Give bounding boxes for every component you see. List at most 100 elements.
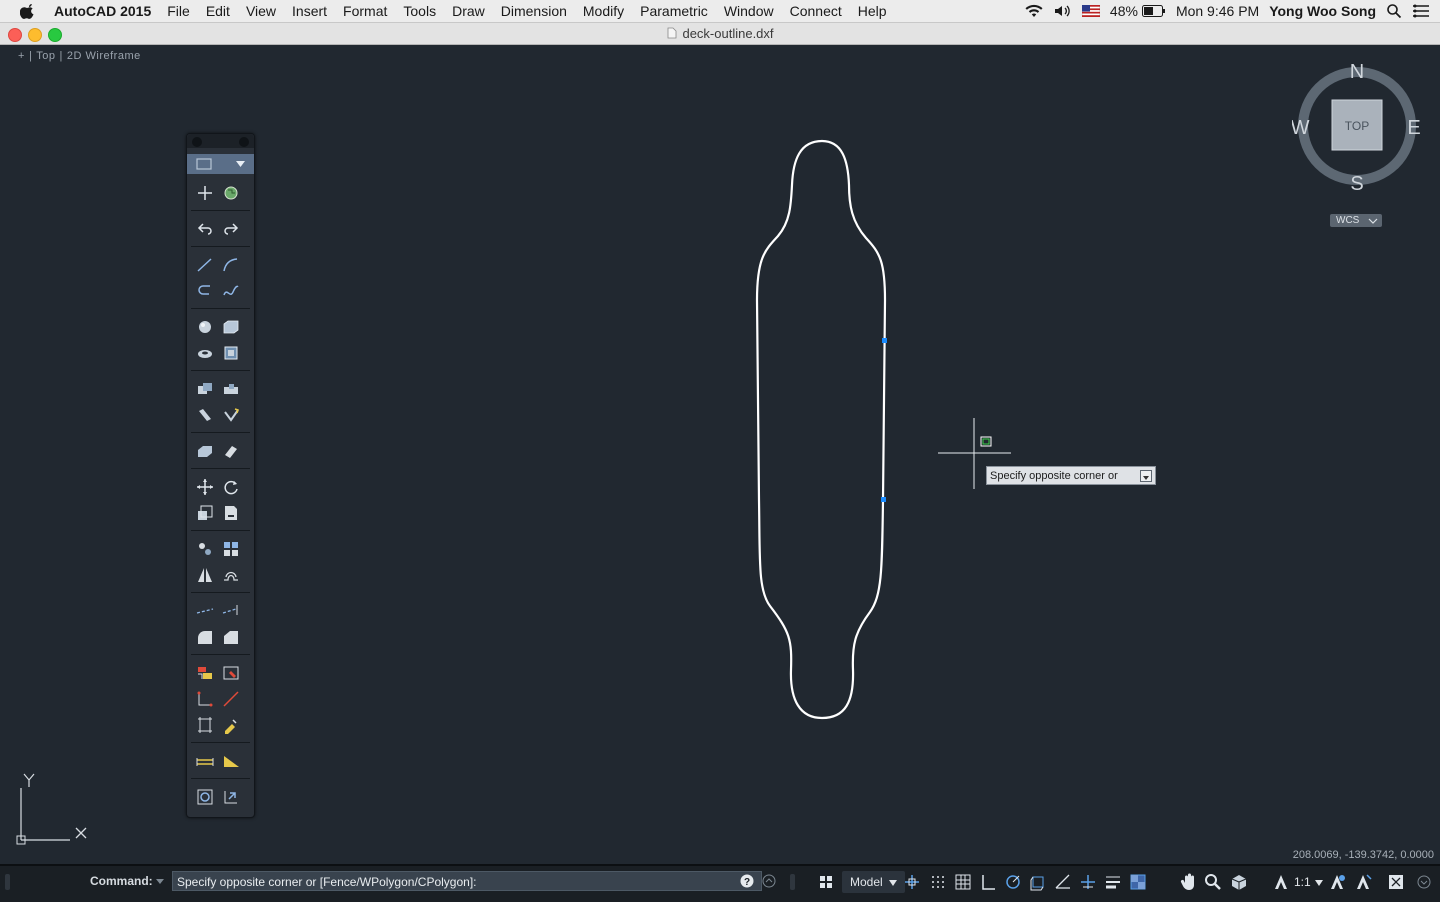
menu-insert[interactable]: Insert [284, 3, 335, 19]
pan-hand-icon[interactable] [1178, 871, 1200, 893]
annotation-scale-value[interactable]: 1:1 [1294, 875, 1311, 889]
stretch-tool-icon[interactable] [220, 502, 242, 524]
layout-thumbnails-icon[interactable] [815, 871, 837, 893]
polar-tracking-icon[interactable] [1002, 871, 1024, 893]
deck-outline-polyline[interactable] [755, 139, 887, 720]
grip-point[interactable] [881, 497, 886, 502]
array-tool-icon[interactable] [220, 538, 242, 560]
fullscreen-icon[interactable] [1385, 871, 1407, 893]
subtract-tool-icon[interactable] [220, 378, 242, 400]
ortho-mode-icon[interactable] [977, 871, 999, 893]
notification-center-icon[interactable] [1412, 4, 1430, 18]
menu-edit[interactable]: Edit [198, 3, 238, 19]
view-controls-button[interactable]: Top [32, 50, 59, 62]
compass-east[interactable]: E [1407, 117, 1420, 139]
menu-modify[interactable]: Modify [575, 3, 632, 19]
customization-menu-icon[interactable] [1413, 871, 1435, 893]
auto-scale-icon[interactable] [1352, 871, 1374, 893]
menu-window[interactable]: Window [716, 3, 782, 19]
zoom-extents-icon[interactable] [194, 786, 216, 808]
apple-icon[interactable] [20, 3, 36, 19]
arc-tool-icon[interactable] [194, 280, 216, 302]
menu-app-name[interactable]: AutoCAD 2015 [48, 3, 159, 19]
layer-properties-icon[interactable] [194, 662, 216, 684]
visual-style-button[interactable]: 2D Wireframe [63, 50, 145, 62]
dimension-angular-icon[interactable] [194, 714, 216, 736]
compass-south[interactable]: S [1350, 173, 1363, 195]
sphere-tool-icon[interactable] [194, 316, 216, 338]
grid-display-icon[interactable] [952, 871, 974, 893]
viewcube-face-top[interactable]: TOP [1345, 119, 1369, 133]
chevron-down-icon[interactable] [1315, 880, 1323, 886]
grid-dots-icon[interactable] [927, 871, 949, 893]
block-editor-icon[interactable] [220, 662, 242, 684]
recent-commands-chevron-icon[interactable] [155, 876, 165, 886]
undo-icon[interactable] [194, 218, 216, 240]
menu-dimension[interactable]: Dimension [493, 3, 575, 19]
rotate-tool-icon[interactable] [220, 476, 242, 498]
zoom-icon[interactable] [1202, 871, 1224, 893]
lineweight-icon[interactable] [1102, 871, 1124, 893]
volume-icon[interactable] [1054, 4, 1072, 18]
dimension-linear-icon[interactable] [194, 688, 216, 710]
slice-tool-icon[interactable] [194, 404, 216, 426]
command-history-toggle-icon[interactable] [762, 874, 776, 888]
menubar-user[interactable]: Yong Woo Song [1269, 3, 1376, 19]
tooltip-options-button[interactable] [1140, 470, 1152, 482]
isometric-drafting-icon[interactable] [1027, 871, 1049, 893]
trim-tool-icon[interactable] [194, 600, 216, 622]
move-tool-icon[interactable] [194, 476, 216, 498]
torus-tool-icon[interactable] [194, 342, 216, 364]
polyline-tool-icon[interactable] [220, 254, 242, 276]
erase-tool-icon[interactable] [220, 440, 242, 462]
menu-draw[interactable]: Draw [444, 3, 493, 19]
edit-attribute-icon[interactable] [220, 714, 242, 736]
viewport-menu-button[interactable]: + [14, 50, 29, 62]
compass-north[interactable]: N [1350, 61, 1364, 83]
statusbar-grip-icon[interactable] [788, 872, 798, 892]
palette-grip-handle[interactable] [187, 134, 254, 148]
orbit-icon[interactable] [1228, 871, 1250, 893]
spotlight-search-icon[interactable] [1386, 3, 1402, 19]
copy-tool-icon[interactable] [194, 538, 216, 560]
palette-selector-dropdown[interactable] [187, 154, 254, 174]
spline-tool-icon[interactable] [220, 280, 242, 302]
extend-tool-icon[interactable] [220, 600, 242, 622]
wifi-icon[interactable] [1024, 4, 1044, 18]
menu-parametric[interactable]: Parametric [632, 3, 716, 19]
menu-file[interactable]: File [159, 3, 198, 19]
model-space-button[interactable]: Model [842, 871, 906, 893]
command-input[interactable]: Specify opposite corner or [Fence/WPolyg… [172, 871, 762, 891]
object-snap-icon[interactable] [1077, 871, 1099, 893]
snap-mode-icon[interactable] [901, 871, 923, 893]
viewcube[interactable]: TOP N S W E [1292, 60, 1422, 195]
measure-angle-icon[interactable] [220, 750, 242, 772]
redo-icon[interactable] [220, 218, 242, 240]
union-tool-icon[interactable] [194, 378, 216, 400]
annotation-visibility-icon[interactable] [1326, 871, 1348, 893]
menu-format[interactable]: Format [335, 3, 395, 19]
menu-view[interactable]: View [238, 3, 284, 19]
menubar-clock[interactable]: Mon 9:46 PM [1176, 3, 1259, 19]
object-snap-tracking-icon[interactable] [1052, 871, 1074, 893]
measure-distance-icon[interactable] [194, 750, 216, 772]
menu-help[interactable]: Help [850, 3, 895, 19]
mirror-tool-icon[interactable] [194, 564, 216, 586]
compass-west[interactable]: W [1292, 117, 1310, 139]
zoom-previous-icon[interactable] [220, 786, 242, 808]
menu-tools[interactable]: Tools [395, 3, 444, 19]
dimension-aligned-icon[interactable] [220, 688, 242, 710]
transparency-icon[interactable] [1127, 871, 1149, 893]
battery-icon[interactable] [1141, 5, 1166, 17]
line-tool-icon[interactable] [194, 254, 216, 276]
select-objects-icon[interactable] [194, 182, 216, 204]
chamfer-tool-icon[interactable] [220, 626, 242, 648]
workspace-globe-icon[interactable] [220, 182, 242, 204]
offset-tool-icon[interactable] [220, 564, 242, 586]
fillet-tool-icon[interactable] [194, 626, 216, 648]
wcs-menu-button[interactable]: WCS [1330, 214, 1382, 227]
region-tool-icon[interactable] [220, 342, 242, 364]
ucs-icon[interactable] [16, 773, 87, 845]
menu-connect[interactable]: Connect [782, 3, 850, 19]
extrude-tool-icon[interactable] [220, 404, 242, 426]
